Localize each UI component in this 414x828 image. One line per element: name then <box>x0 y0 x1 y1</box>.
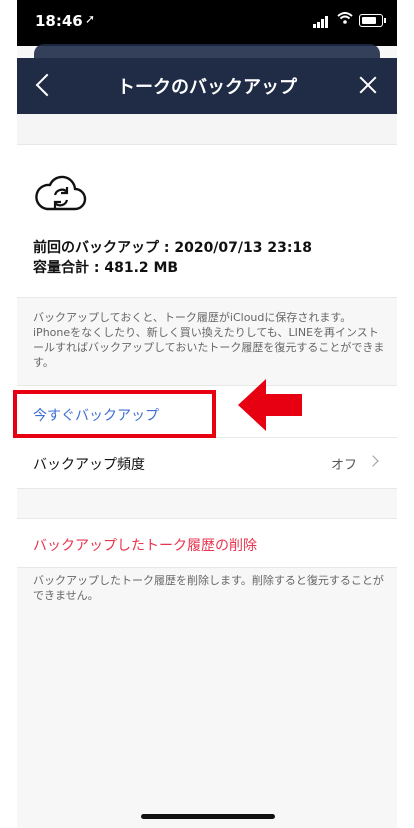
wifi-icon <box>337 12 353 28</box>
navigation-bar: トークのバックアップ <box>17 58 397 114</box>
chevron-right-icon <box>367 455 379 467</box>
delete-backup-label: バックアップしたトーク履歴の削除 <box>33 538 257 554</box>
page-title: トークのバックアップ <box>117 77 297 98</box>
close-icon[interactable] <box>355 72 381 98</box>
backup-description: バックアップしておくと、トーク履歴がiCloudに保存されます。iPhoneをな… <box>33 311 385 369</box>
backup-frequency-value: オフ <box>330 458 357 473</box>
location-icon: ➚ <box>85 12 96 26</box>
signal-icon <box>313 16 331 28</box>
arrow-left-icon <box>238 379 302 431</box>
status-bar: 18:46 ➚ <box>17 0 397 46</box>
status-time: 18:46 <box>35 12 83 30</box>
delete-description: バックアップしたトーク履歴を削除します。削除すると復元することができません。 <box>33 574 384 602</box>
backup-frequency-row[interactable]: バックアップ頻度 オフ <box>17 437 397 489</box>
cloud-sync-icon <box>35 175 87 211</box>
home-indicator <box>141 814 275 819</box>
delete-backup-button[interactable]: バックアップしたトーク履歴の削除 <box>17 518 397 568</box>
battery-icon <box>359 14 386 27</box>
backup-frequency-label: バックアップ頻度 <box>33 457 145 473</box>
spacer <box>17 114 397 144</box>
last-backup-text: 前回のバックアップ : 2020/07/13 23:18 <box>33 240 312 256</box>
backup-info-block: 前回のバックアップ : 2020/07/13 23:18 容量合計 : 481.… <box>17 144 397 298</box>
capacity-text: 容量合計 : 481.2 MB <box>33 260 179 276</box>
highlight-box <box>13 390 216 438</box>
